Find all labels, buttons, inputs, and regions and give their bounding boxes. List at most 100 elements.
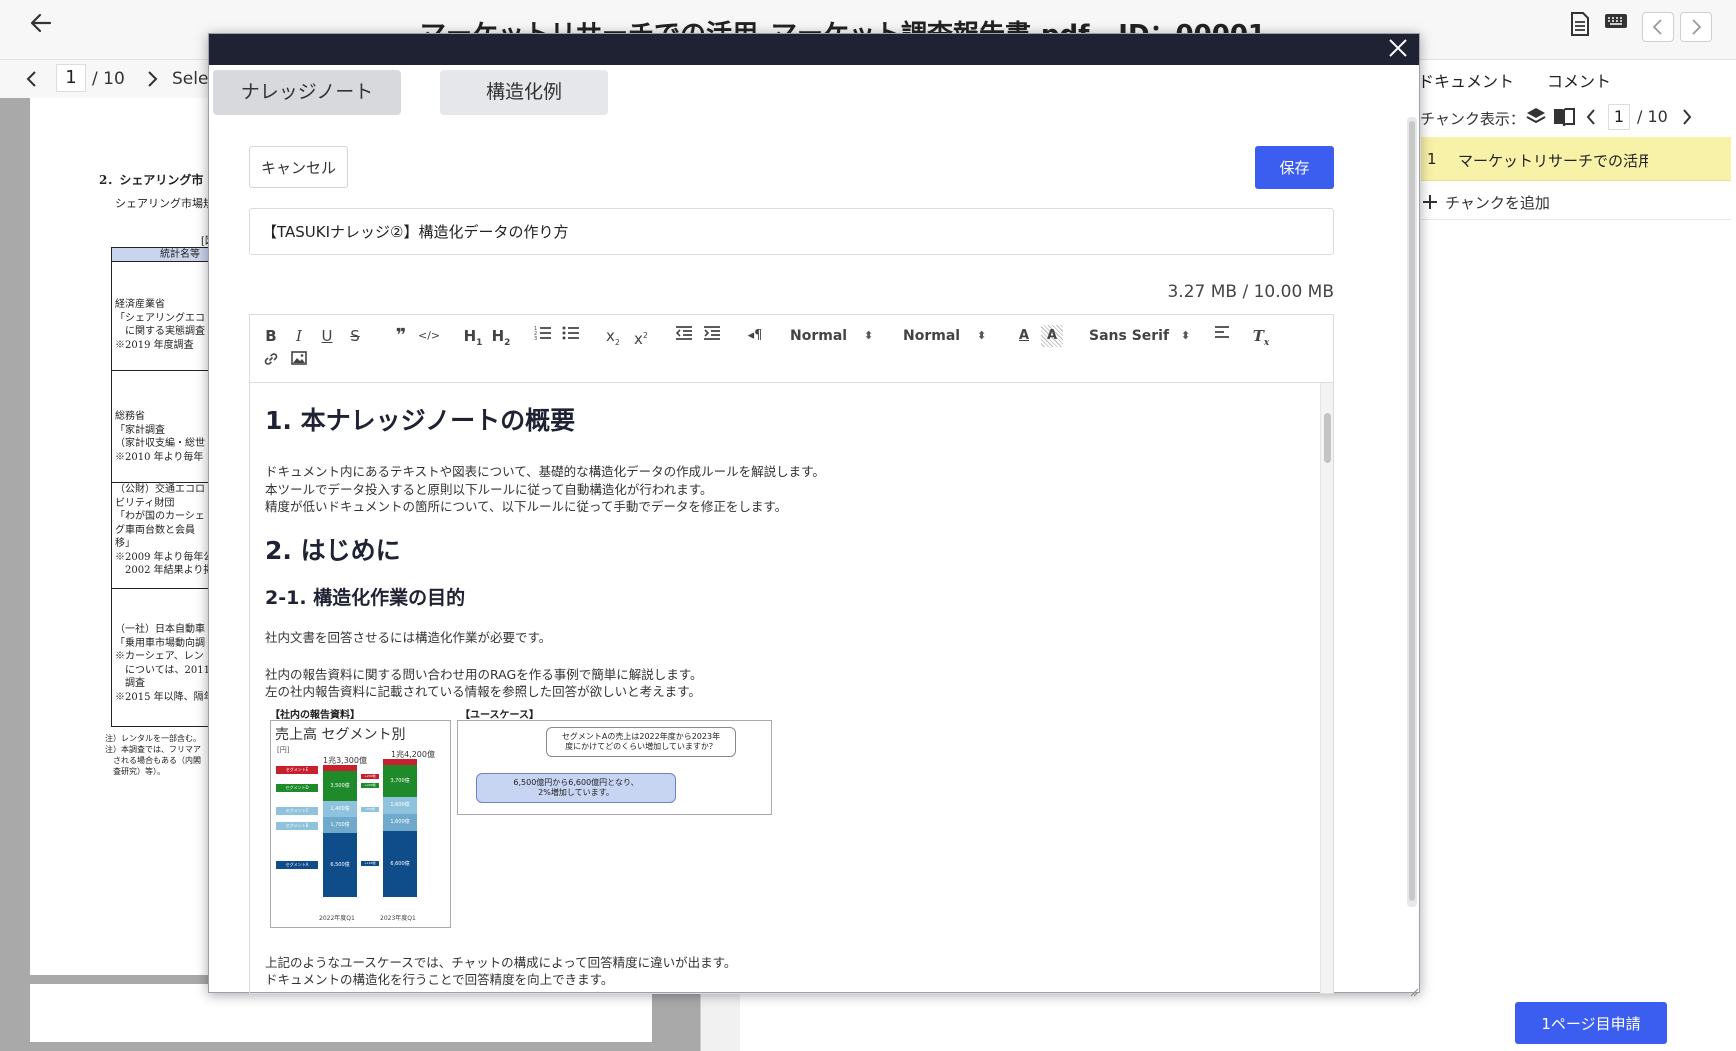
chunk-row-number: 1 xyxy=(1427,150,1437,168)
next-document-button[interactable] xyxy=(1680,12,1712,42)
bar-2023-seg-c: 1,600億 xyxy=(383,797,417,814)
keyboard-icon[interactable] xyxy=(1601,12,1631,42)
code-icon[interactable]: </> xyxy=(418,325,440,347)
diff-seg-c: -100億 xyxy=(361,807,379,812)
tab-document[interactable]: ドキュメント xyxy=(1418,68,1514,92)
tab-comment[interactable]: コメント xyxy=(1547,68,1611,92)
modal-scroll-thumb[interactable] xyxy=(1409,121,1415,901)
note-title-input[interactable] xyxy=(249,208,1334,255)
bar-2022-seg-c: 1,400億 xyxy=(323,801,357,817)
cancel-button[interactable]: キャンセル xyxy=(249,146,348,188)
paragraph-line: ドキュメントの構造化を行うことで回答精度を向上できます。 xyxy=(265,972,614,987)
legend-segment-e: セグメントE xyxy=(276,766,318,774)
chunk-next-icon[interactable] xyxy=(1680,108,1696,126)
pdf-table-header: 統計名等 xyxy=(112,248,210,262)
pdf-subtext: シェアリング市場規 xyxy=(115,197,214,210)
save-button[interactable]: 保存 xyxy=(1255,146,1334,189)
tab-structure-example[interactable]: 構造化例 xyxy=(440,70,608,115)
subscript-icon[interactable]: x2 xyxy=(602,325,624,347)
answer-bubble: 6,500億円から6,600億円となり、 2%増加しています。 xyxy=(476,773,676,803)
pdf-note-line: 注）本調査では、フリマア xyxy=(105,745,201,754)
bar-2022-seg-a: 6,500億 xyxy=(323,833,357,897)
image-icon[interactable] xyxy=(288,351,310,373)
rich-text-editor: B I U S ❞ </> H1 H2 123 x2 x2 ◂¶ Normal … xyxy=(249,314,1334,994)
question-bubble: セグメントAの売上は2022年度から2023年 度にかけてどのくらい増加していま… xyxy=(546,727,736,757)
chevron-right-icon[interactable] xyxy=(142,69,162,89)
question-line: セグメントAの売上は2022年度から2023年 xyxy=(561,732,721,741)
diff-seg-d: +200億 xyxy=(361,783,379,788)
underline-icon[interactable]: U xyxy=(316,325,338,347)
h2-icon[interactable]: H2 xyxy=(489,325,513,348)
ordered-list-icon[interactable]: 123 xyxy=(532,325,554,347)
layers-icon[interactable] xyxy=(1525,106,1547,128)
background-color-icon[interactable]: A xyxy=(1041,325,1063,347)
strike-icon[interactable]: S xyxy=(344,325,366,347)
diff-seg-e: +200億 xyxy=(361,774,379,779)
knowledge-note-modal: ナレッジノート 構造化例 キャンセル 保存 3.27 MB / 10.00 MB… xyxy=(208,33,1420,997)
answer-line: 2%増加しています。 xyxy=(538,788,614,797)
pdf-note-line: 査研究）等）。 xyxy=(105,767,165,776)
page-number-input[interactable]: 1 xyxy=(56,64,86,92)
size-select-value: Normal xyxy=(903,328,961,344)
pdf-table-cell-line: 2002 年結果より掲 xyxy=(115,565,210,576)
header-select[interactable]: Normal ⬍ xyxy=(790,325,873,347)
paragraph-line: 精度が低いドキュメントの箇所について、以下ルールに従って手動でデータを修正をしま… xyxy=(265,499,788,514)
bullet-list-icon[interactable] xyxy=(560,325,582,347)
figure-label-usecase: 【ユースケース】 xyxy=(460,710,539,721)
chart-title: 売上高 セグメント別 xyxy=(275,727,406,743)
superscript-icon[interactable]: x2 xyxy=(630,325,652,348)
outdent-icon[interactable] xyxy=(673,325,695,347)
link-icon[interactable] xyxy=(260,351,282,373)
indent-icon[interactable] xyxy=(701,325,723,347)
back-arrow-icon[interactable] xyxy=(26,12,56,42)
bar-2023-seg-d: 3,700億 xyxy=(383,765,417,797)
blockquote-icon[interactable]: ❞ xyxy=(390,325,412,347)
chunk-prev-icon[interactable] xyxy=(1584,108,1600,126)
legend-segment-d: セグメントD xyxy=(276,784,318,792)
close-icon[interactable] xyxy=(1387,37,1411,61)
plus-icon[interactable] xyxy=(1420,192,1440,212)
font-select[interactable]: Sans Serif ⬍ xyxy=(1089,325,1191,347)
figure-label-report: 【社内の報告資料】 xyxy=(270,710,360,721)
chunk-number-input[interactable]: 1 xyxy=(1608,104,1630,130)
modal-scrollbar[interactable] xyxy=(1407,117,1417,907)
editor-scroll-thumb[interactable] xyxy=(1324,413,1331,463)
answer-line: 6,500億円から6,600億円となり、 xyxy=(513,778,639,787)
prev-document-button[interactable] xyxy=(1642,12,1674,42)
select-arrows-icon: ⬍ xyxy=(1181,329,1191,342)
bar-2023-seg-a: 6,600億 xyxy=(383,831,417,897)
tab-knowledge-note[interactable]: ナレッジノート xyxy=(213,70,401,115)
select-arrows-icon: ⬍ xyxy=(977,329,987,342)
chart-x-label: 2023年度Q1 xyxy=(380,915,416,922)
chart-x-label: 2022年度Q1 xyxy=(319,915,355,922)
text-direction-icon[interactable]: ◂¶ xyxy=(744,325,766,347)
bottom-left-strip xyxy=(700,990,740,1051)
document-icon[interactable] xyxy=(1565,12,1595,42)
pdf-table-cell-line: ※2015 年以降、隔年 xyxy=(115,691,210,703)
clear-format-icon[interactable]: Tx xyxy=(1250,325,1272,348)
resize-handle[interactable] xyxy=(1409,982,1419,997)
h1-icon[interactable]: H1 xyxy=(461,325,485,348)
usecase-figure: セグメントAの売上は2022年度から2023年 度にかけてどのくらい増加していま… xyxy=(457,720,772,815)
bar-2023-seg-b: 1,600億 xyxy=(383,814,417,831)
bold-icon[interactable]: B xyxy=(260,325,282,347)
editor-content[interactable]: 1. 本ナレッジノートの概要 ドキュメント内にあるテキストや図表について、基礎的… xyxy=(250,383,1320,993)
add-chunk-label[interactable]: チャンクを追加 xyxy=(1445,192,1550,213)
align-icon[interactable] xyxy=(1211,325,1233,347)
font-select-value: Sans Serif xyxy=(1089,328,1170,344)
italic-icon[interactable]: I xyxy=(288,325,310,347)
page-total: / 10 xyxy=(92,69,125,89)
editor-scrollbar[interactable] xyxy=(1320,383,1333,993)
legend-segment-b: セグメントB xyxy=(276,822,318,830)
pdf-note-line: される場合もある（内閣 xyxy=(105,756,201,765)
bar-2022-seg-d: 3,500億 xyxy=(323,771,357,801)
file-size-indicator: 3.27 MB / 10.00 MB xyxy=(1167,282,1334,302)
chevron-left-icon[interactable] xyxy=(22,69,42,89)
apply-page-button[interactable]: 1ページ目申請 xyxy=(1515,1002,1667,1044)
chunk-total: / 10 xyxy=(1637,107,1668,126)
size-select[interactable]: Normal ⬍ xyxy=(903,325,987,347)
legend-segment-a: セグメントA xyxy=(276,861,318,869)
book-icon[interactable] xyxy=(1552,106,1576,128)
text-color-icon[interactable]: A xyxy=(1013,325,1035,347)
legend-segment-c: セグメントC xyxy=(276,807,318,815)
